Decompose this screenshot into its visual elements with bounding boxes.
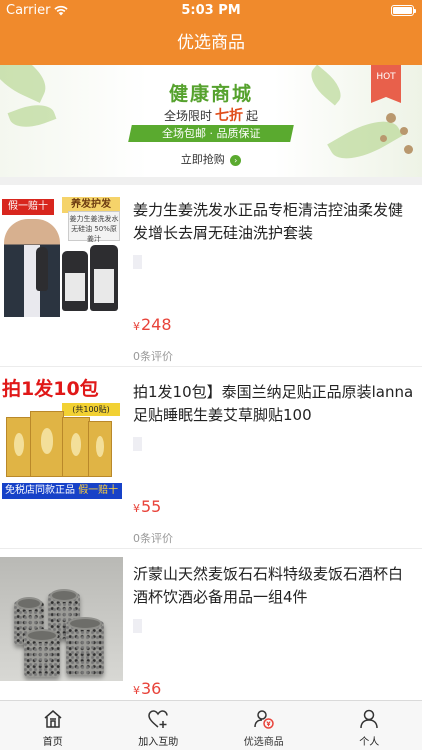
divider (0, 177, 422, 185)
currency-symbol: ¥ (133, 502, 140, 515)
banner-strip: 全场包邮 · 品质保证 (128, 125, 294, 142)
image-footer: 免税店同款正品 假一赔十 (2, 483, 122, 499)
banner-subtitle-suffix: 起 (246, 109, 259, 123)
placeholder-tag (133, 255, 142, 269)
image-badge: 姜力生姜洗发水 无硅油 50%原姜汁 (68, 211, 120, 243)
product-image (0, 557, 123, 681)
tab-join-mutual-aid[interactable]: 加入互助 (106, 701, 212, 750)
product-title: 拍1发10包】泰国兰纳足贴正品原装lanna足贴睡眠生姜艾草脚贴100 (133, 383, 414, 424)
hot-badge: HOT (371, 65, 401, 103)
tab-label: 个人 (359, 737, 380, 748)
product-item[interactable]: 拍1发10包 (共100贴) 免税店同款正品 假一赔十 拍1发10包】泰国兰纳足… (0, 367, 422, 549)
battery-icon (391, 5, 416, 16)
tab-bar: 首页 加入互助 优选商品 个人 (0, 700, 422, 750)
bead-decoration (400, 127, 408, 135)
image-footer-left: 免税店同款正品 (5, 485, 75, 496)
product-item[interactable]: 沂蒙山天然麦饭石石料特级麦饭石酒杯白酒杯饮酒必备用品一组4件 ¥36 (0, 549, 422, 700)
product-item[interactable]: 假一赔十 养发护发 姜力生姜洗发水 无硅油 50%原姜汁 姜力生姜洗发水正品专柜… (0, 185, 422, 367)
image-footer-right: 假一赔十 (78, 485, 119, 496)
tab-label: 首页 (42, 737, 63, 748)
product-image: 假一赔十 养发护发 姜力生姜洗发水 无硅油 50%原姜汁 (0, 193, 123, 317)
banner-discount: 七折 (215, 108, 243, 124)
review-count: 0条评价 (133, 350, 173, 363)
price-value: 248 (141, 315, 172, 334)
price-value: 36 (141, 679, 162, 698)
image-tag: 假一赔十 (2, 199, 54, 215)
page-title: 优选商品 (177, 33, 245, 53)
heart-plus-icon (148, 710, 168, 728)
currency-symbol: ¥ (133, 684, 140, 697)
product-price: ¥248 (133, 315, 172, 334)
image-headline: 拍1发10包 (2, 378, 99, 400)
product-price: ¥55 (133, 497, 161, 516)
review-count: 0条评价 (133, 532, 173, 545)
placeholder-tag (133, 437, 142, 451)
placeholder-tag (133, 619, 142, 633)
tab-home[interactable]: 首页 (0, 701, 106, 750)
currency-symbol: ¥ (133, 320, 140, 333)
money-user-icon (254, 710, 274, 729)
banner-subtitle-prefix: 全场限时 (163, 109, 212, 123)
tab-label: 加入互助 (138, 737, 179, 748)
product-title: 姜力生姜洗发水正品专柜清洁控油柔发健发增长去屑无硅油洗护套装 (133, 201, 404, 242)
person-icon (360, 709, 378, 729)
status-bar: Carrier 5:03 PM (0, 0, 422, 22)
product-list[interactable]: 假一赔十 养发护发 姜力生姜洗发水 无硅油 50%原姜汁 姜力生姜洗发水正品专柜… (0, 177, 422, 700)
chevron-right-icon: › (230, 154, 242, 166)
image-count: (共100贴) (62, 403, 120, 416)
banner-title: 健康商城 (168, 83, 253, 105)
tab-featured-products[interactable]: 优选商品 (211, 701, 317, 750)
tab-profile[interactable]: 个人 (317, 701, 422, 750)
price-value: 55 (141, 497, 162, 516)
product-image: 拍1发10包 (共100贴) 免税店同款正品 假一赔十 (0, 375, 123, 499)
promo-banner[interactable]: 健康商城 全场限时 七折起 全场包邮 · 品质保证 立即抢购 › HOT (0, 65, 422, 177)
tab-label: 优选商品 (243, 737, 284, 748)
home-icon (44, 710, 62, 728)
status-time: 5:03 PM (181, 3, 241, 18)
banner-subtitle: 全场限时 七折起 (0, 105, 422, 125)
banner-strip-text: 全场包邮 · 品质保证 (161, 127, 261, 140)
banner-cta[interactable]: 立即抢购 › (0, 151, 422, 167)
bead-decoration (380, 135, 387, 142)
product-price: ¥36 (133, 679, 161, 698)
banner-cta-label: 立即抢购 (180, 153, 225, 166)
product-title: 沂蒙山天然麦饭石石料特级麦饭石酒杯白酒杯饮酒必备用品一组4件 (133, 565, 404, 606)
navigation-bar: Carrier 5:03 PM 优选商品 (0, 0, 422, 65)
